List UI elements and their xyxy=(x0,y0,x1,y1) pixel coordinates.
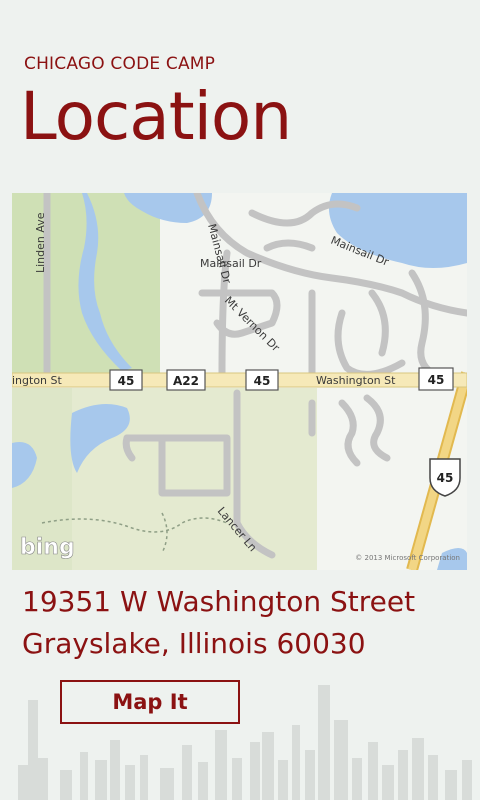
road-label: ington St xyxy=(12,374,63,387)
svg-text:45: 45 xyxy=(254,374,271,388)
svg-text:A22: A22 xyxy=(173,374,199,388)
us-route-shield: 45 xyxy=(429,458,461,497)
road-label: Washington St xyxy=(316,374,396,387)
route-shield: A22 xyxy=(166,369,206,391)
page-title: Location xyxy=(20,78,292,155)
app-title: CHICAGO CODE CAMP xyxy=(24,54,216,74)
road-label: Mainsail Dr xyxy=(200,257,262,270)
location-map[interactable]: Linden Ave Mainsail Dr Mainsail Dr Mains… xyxy=(12,193,467,570)
address-line-1: 19351 W Washington Street xyxy=(22,585,416,618)
map-copyright: © 2013 Microsoft Corporation xyxy=(355,554,460,562)
svg-text:45: 45 xyxy=(118,374,135,388)
bing-logo: bing xyxy=(20,535,75,560)
route-shield: 45 xyxy=(418,367,454,391)
map-it-button[interactable]: Map It xyxy=(60,680,240,724)
route-shield: 45 xyxy=(109,369,143,391)
svg-text:45: 45 xyxy=(437,471,454,485)
road-label: Linden Ave xyxy=(34,212,47,273)
address-line-2: Grayslake, Illinois 60030 xyxy=(22,627,366,660)
route-shield: 45 xyxy=(245,369,279,391)
svg-text:45: 45 xyxy=(428,373,445,387)
